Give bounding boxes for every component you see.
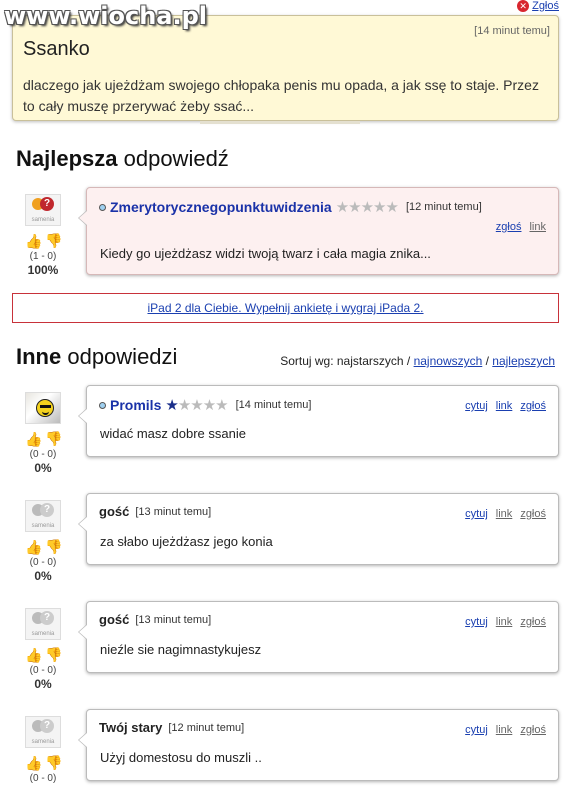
question-divider — [200, 121, 360, 124]
vote-count: (0 - 0) — [29, 665, 57, 676]
permalink-link[interactable]: link — [496, 508, 513, 520]
answer-avatar-column: ? samenia 👍 👍 (0 - 0) 0% — [18, 608, 68, 691]
ad-link[interactable]: iPad 2 dla Ciebie. Wypełnij ankietę i wy… — [147, 301, 423, 315]
sort-best-link[interactable]: najlepszych — [492, 354, 555, 368]
avatar[interactable]: ? samenia — [25, 194, 61, 226]
thumbs-down-icon[interactable]: 👍 — [45, 233, 62, 249]
answer-avatar-column: ? samenia 👍 👍 (0 - 0) — [18, 716, 68, 784]
answer-text: widać masz dobre ssanie — [100, 426, 246, 441]
answer-box: gość [13 minut temu] cytuj link zgłoś ni… — [78, 601, 559, 673]
report-question-link[interactable]: ✕ Zgłoś — [517, 0, 559, 12]
answer-time: [13 minut temu] — [135, 613, 212, 626]
vote-count: (0 - 0) — [29, 773, 57, 784]
answer-avatar-column: ? samenia 👍 👍 (0 - 0) 0% — [18, 500, 68, 583]
answer-text: Kiedy go ujeżdżasz widzi twoją twarz i c… — [100, 246, 431, 261]
permalink-link[interactable]: link — [496, 400, 513, 412]
thumbs-up-icon[interactable]: 👍 — [25, 431, 42, 447]
avatar[interactable]: ? samenia — [25, 500, 61, 532]
answer-author: gość — [99, 612, 130, 627]
answer-box: Twój stary [12 minut temu] cytuj link zg… — [78, 709, 559, 781]
thumbs-down-icon[interactable]: 👍 — [45, 431, 62, 447]
avatar[interactable]: ? samenia — [25, 608, 61, 640]
report-answer-link[interactable]: zgłoś — [496, 221, 522, 233]
vote-count: (1 - 0) — [29, 251, 57, 262]
thumbs-down-icon[interactable]: 👍 — [45, 755, 62, 771]
answer-avatar-column: 👍 👍 (0 - 0) 0% — [18, 392, 68, 475]
vote-percent: 100% — [27, 263, 59, 277]
best-answer-heading: Najlepsza odpowiedź — [16, 146, 229, 171]
vote-percent: 0% — [34, 461, 52, 475]
rating-stars-icon: ★★★★★ — [335, 199, 399, 216]
vote-percent: 0% — [34, 677, 52, 691]
watermark-logo: www.wiocha.pl — [4, 2, 208, 30]
sort-bar: Sortuj wg: najstarszych / najnowszych / … — [280, 354, 555, 368]
permalink-link[interactable]: link — [496, 616, 513, 628]
vote-percent: 0% — [34, 569, 52, 583]
other-answers-heading: Inne odpowiedzi — [16, 344, 178, 369]
answer-time: [13 minut temu] — [135, 505, 212, 518]
answer-time: [14 minut temu] — [235, 399, 312, 411]
permalink-link[interactable]: link — [529, 221, 546, 233]
best-answer-avatar-column: ? samenia 👍 👍 (1 - 0) 100% — [18, 194, 68, 277]
answer-time: [12 minut temu] — [168, 721, 245, 734]
question-time: [14 minut temu] — [474, 25, 550, 37]
question-box: [14 minut temu] Ssanko dlaczego jak ujeż… — [12, 15, 559, 121]
rating-stars-icon: ★★★★★ — [165, 397, 228, 414]
report-answer-link[interactable]: zgłoś — [520, 400, 546, 412]
thumbs-up-icon[interactable]: 👍 — [25, 233, 42, 249]
sort-newest-link[interactable]: najnowszych — [414, 354, 483, 368]
question-body: dlaczego jak ujeżdżam swojego chłopaka p… — [23, 77, 539, 114]
thumbs-up-icon[interactable]: 👍 — [25, 755, 42, 771]
status-dot-icon — [99, 401, 106, 409]
ad-banner: iPad 2 dla Ciebie. Wypełnij ankietę i wy… — [12, 293, 559, 323]
thumbs-up-icon[interactable]: 👍 — [25, 539, 42, 555]
report-answer-link[interactable]: zgłoś — [520, 508, 546, 520]
vote-count: (0 - 0) — [29, 557, 57, 568]
answer-box: Promils ★★★★★ [14 minut temu] cytuj link… — [78, 385, 559, 457]
quote-link[interactable]: cytuj — [465, 508, 488, 520]
answer-time: [12 minut temu] — [405, 201, 482, 213]
thumbs-up-icon[interactable]: 👍 — [25, 647, 42, 663]
thumbs-down-icon[interactable]: 👍 — [45, 647, 62, 663]
report-answer-link[interactable]: zgłoś — [520, 616, 546, 628]
thumbs-down-icon[interactable]: 👍 — [45, 539, 62, 555]
quote-link[interactable]: cytuj — [465, 724, 488, 736]
status-dot-icon — [99, 203, 106, 211]
quote-link[interactable]: cytuj — [465, 616, 488, 628]
answer-author[interactable]: Zmerytorycznegopunktuwidzenia — [110, 199, 332, 215]
answer-author: gość — [99, 504, 130, 519]
best-answer-box: Zmerytorycznegopunktuwidzenia ★★★★★ [12 … — [78, 187, 559, 275]
answer-text: Użyj domestosu do muszli .. — [100, 750, 262, 765]
answer-text: nieźle sie nagimnastykujesz — [100, 642, 262, 657]
answer-text: za słabo ujeżdżasz jego konia — [100, 534, 273, 549]
permalink-link[interactable]: link — [496, 724, 513, 736]
avatar[interactable]: ? samenia — [25, 716, 61, 748]
close-icon: ✕ — [517, 0, 530, 12]
answer-author[interactable]: Promils — [110, 397, 161, 413]
answer-author: Twój stary — [99, 720, 163, 735]
avatar[interactable] — [25, 392, 61, 424]
report-answer-link[interactable]: zgłoś — [520, 724, 546, 736]
vote-count: (0 - 0) — [29, 449, 57, 460]
question-title: Ssanko — [23, 38, 90, 60]
answer-box: gość [13 minut temu] cytuj link zgłoś za… — [78, 493, 559, 565]
report-link[interactable]: Zgłoś — [532, 0, 559, 12]
quote-link[interactable]: cytuj — [465, 400, 488, 412]
